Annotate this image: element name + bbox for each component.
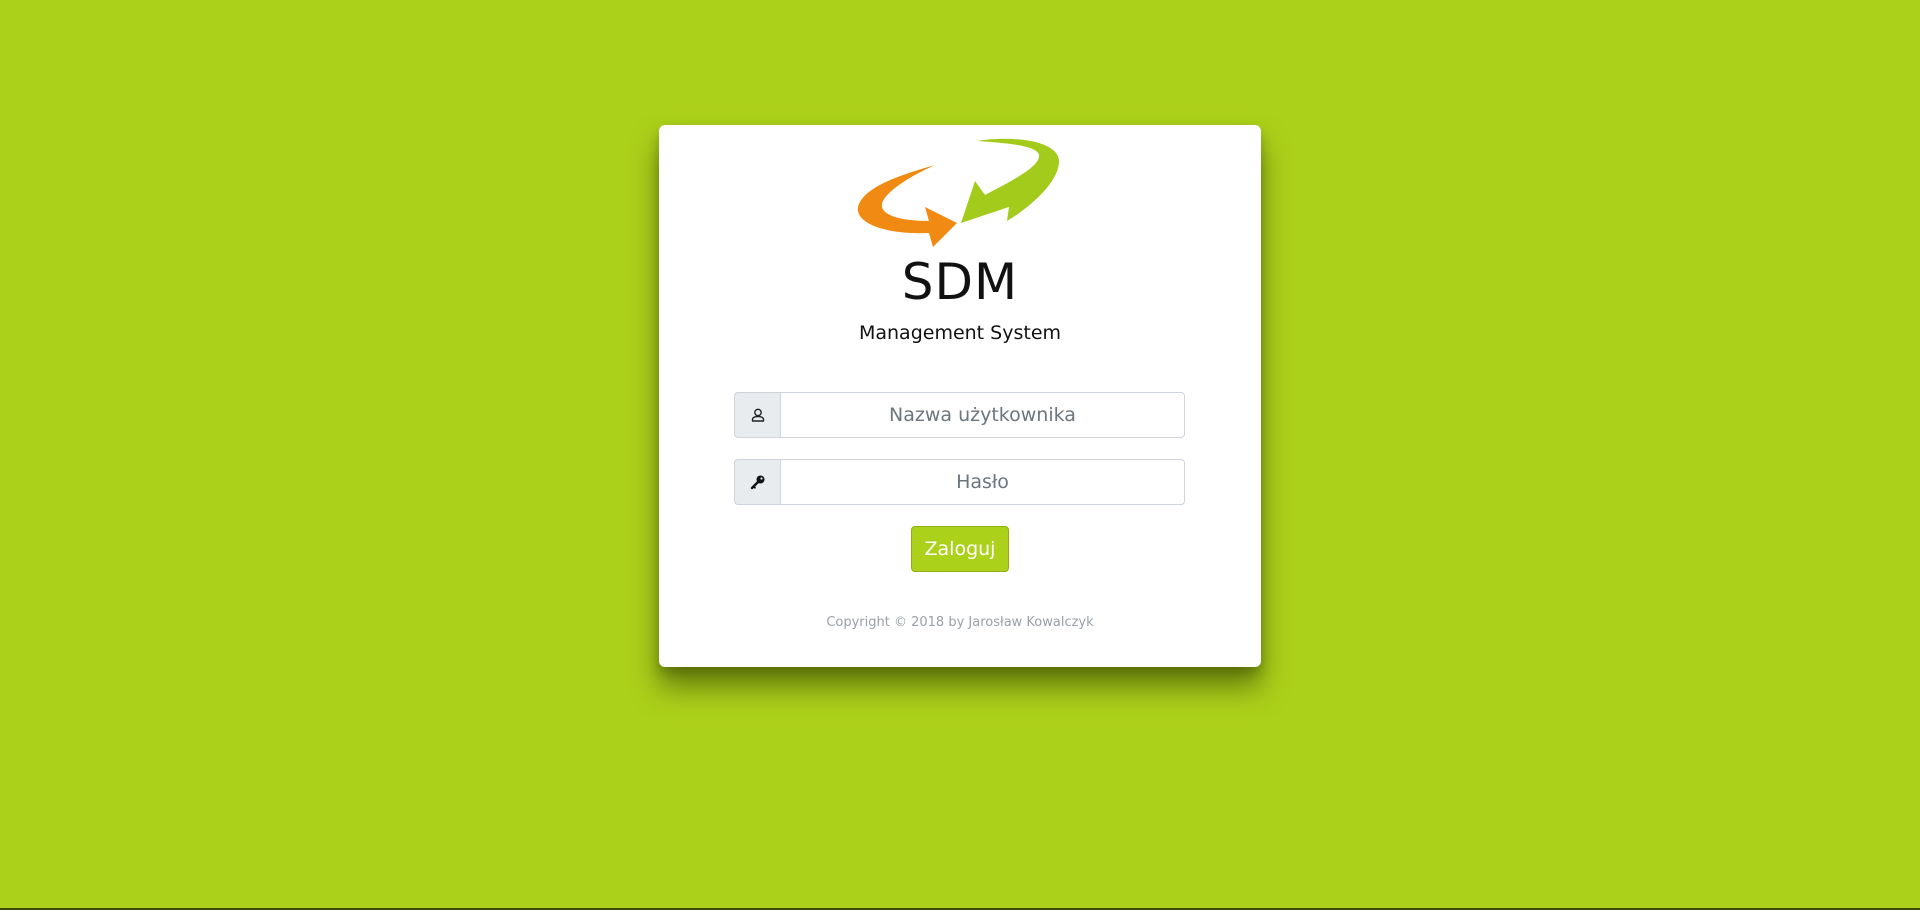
login-button[interactable]: Zaloguj — [911, 526, 1009, 572]
green-arrow-shape — [961, 138, 1060, 223]
key-icon — [734, 459, 780, 505]
app-title: SDM — [901, 253, 1019, 311]
app-subtitle: Management System — [858, 322, 1062, 344]
username-input-group — [734, 392, 1185, 438]
copyright-text: Copyright © 2018 by Jarosław Kowalczyk — [826, 615, 1094, 630]
password-input-group — [734, 459, 1185, 505]
orange-arrow-shape — [857, 165, 957, 247]
password-input[interactable] — [780, 459, 1185, 505]
username-input[interactable] — [780, 392, 1185, 438]
login-card: SDM Management System Zaloguj Copyright … — [659, 125, 1261, 667]
sdm-arrows-logo — [857, 138, 1060, 247]
user-icon — [734, 392, 780, 438]
